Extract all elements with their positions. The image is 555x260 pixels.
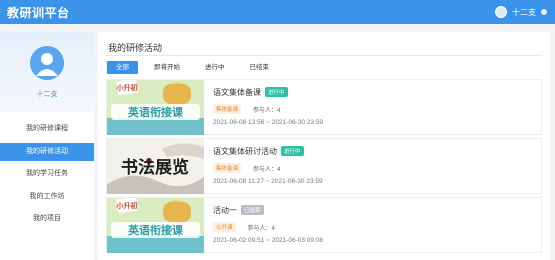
participant-count: 参与人：4 <box>253 107 281 114</box>
activity-title-text[interactable]: 语文集体备课 <box>213 88 261 97</box>
activity-card[interactable]: 小升初 英语衔接课 语文集体备课 进行中 集体备课 参与人：4 2021-06-08 13:… <box>106 79 542 135</box>
participant-count: 参与人：4 <box>247 225 275 232</box>
thumb-title: 英语衔接课 <box>127 105 184 119</box>
activity-title[interactable]: 语文集体备课 进行中 <box>213 87 288 98</box>
status-badge: 进行中 <box>281 146 304 156</box>
activity-date-range: 2021-06-08 13:56 ~ 2021-06-30 23:59 <box>213 119 324 126</box>
tab-2[interactable]: 即将开始 <box>145 61 189 74</box>
activity-meta: 集体备课 参与人：4 <box>213 163 280 173</box>
user-menu[interactable]: 十二支 <box>495 4 547 20</box>
thumb-badge: 小升初 <box>116 201 138 210</box>
activity-card[interactable]: 书法展览 语文集体研讨活动 进行中 集体备课 参与人：4 2021-06-08 11:27… <box>106 138 542 194</box>
status-badge: 进行中 <box>265 87 288 97</box>
activity-title-text[interactable]: 语文集体研讨活动 <box>213 147 277 156</box>
status-badge: 已结束 <box>241 205 264 215</box>
activity-type-tag: 集体备课 <box>213 163 242 173</box>
sidebar-item-2[interactable]: 我的研修活动 <box>0 142 94 161</box>
sidebar: 十二支 我的研修课程 我的研修活动 我的学习任务 我的工作坊我的项目 <box>0 32 94 260</box>
user-avatar[interactable] <box>495 6 507 18</box>
activity-thumbnail[interactable]: 书法展览 <box>107 139 204 194</box>
tab-1[interactable]: 全部 <box>107 61 138 74</box>
app-title: 教研训平台 <box>7 6 70 20</box>
activity-type-tag: 集体备课 <box>213 104 242 114</box>
thumb-badge: 小升初 <box>116 83 138 92</box>
activity-meta: 集体备课 参与人：4 <box>213 104 280 114</box>
sidebar-nav: 我的研修课程 我的研修活动 我的学习任务 我的工作坊我的项目 <box>0 120 94 233</box>
sidebar-item-3[interactable]: 我的学习任务 <box>0 165 94 183</box>
activity-card[interactable]: 小升初 英语衔接课 活动一 已结束 公开课 参与人：4 2021-06-02 09:51 ~… <box>106 197 542 253</box>
tab-3[interactable]: 进行中 <box>196 61 234 74</box>
title-divider <box>106 55 542 56</box>
activity-date-range: 2021-06-08 11:27 ~ 2021-06-30 23:59 <box>213 178 323 185</box>
activity-date-range: 2021-06-02 09:51 ~ 2021-06-03 09:08 <box>213 237 324 244</box>
activity-type-tag: 公开课 <box>213 222 236 232</box>
activity-title[interactable]: 活动一 已结束 <box>213 205 264 216</box>
sidebar-item-1[interactable]: 我的研修课程 <box>0 120 94 138</box>
sidebar-item-4[interactable]: 我的工作坊 <box>0 188 94 206</box>
thumb-title: 英语衔接课 <box>127 223 184 237</box>
activity-meta: 公开课 参与人：4 <box>213 222 275 232</box>
course-thumbnail-image: 书法展览 <box>107 139 204 194</box>
user-dropdown-icon[interactable] <box>541 9 547 15</box>
sidebar-item-5[interactable]: 我的项目 <box>0 210 94 228</box>
profile-name: 十二支 <box>36 91 58 98</box>
course-thumbnail-image: 小升初英语衔接课 <box>107 80 204 135</box>
activity-list: 小升初 英语衔接课 语文集体备课 进行中 集体备课 参与人：4 2021-06-08 13:… <box>106 79 542 256</box>
main-panel: 我的研修活动 全部 即将开始 进行中 已结束 小升初 英语衔接课 语文集体备课 进行中 集体备… <box>98 32 550 260</box>
activity-title-text[interactable]: 活动一 <box>213 206 237 215</box>
profile-avatar-icon <box>30 46 64 80</box>
activity-thumbnail[interactable]: 小升初英语衔接课 <box>107 80 204 135</box>
user-name[interactable]: 十二支 <box>512 7 536 18</box>
activity-thumbnail[interactable]: 小升初英语衔接课 <box>107 198 204 253</box>
tab-4[interactable]: 已结束 <box>241 61 279 74</box>
participant-count: 参与人：4 <box>253 166 281 173</box>
thumb-title: 书法展览 <box>121 157 189 178</box>
filter-tabs: 全部 即将开始 进行中 已结束 <box>107 61 285 74</box>
activity-title[interactable]: 语文集体研讨活动 进行中 <box>213 146 304 157</box>
course-thumbnail-image: 小升初英语衔接课 <box>107 198 204 253</box>
page-title: 我的研修活动 <box>108 43 163 53</box>
top-bar: 教研训平台 十二支 <box>0 0 555 24</box>
